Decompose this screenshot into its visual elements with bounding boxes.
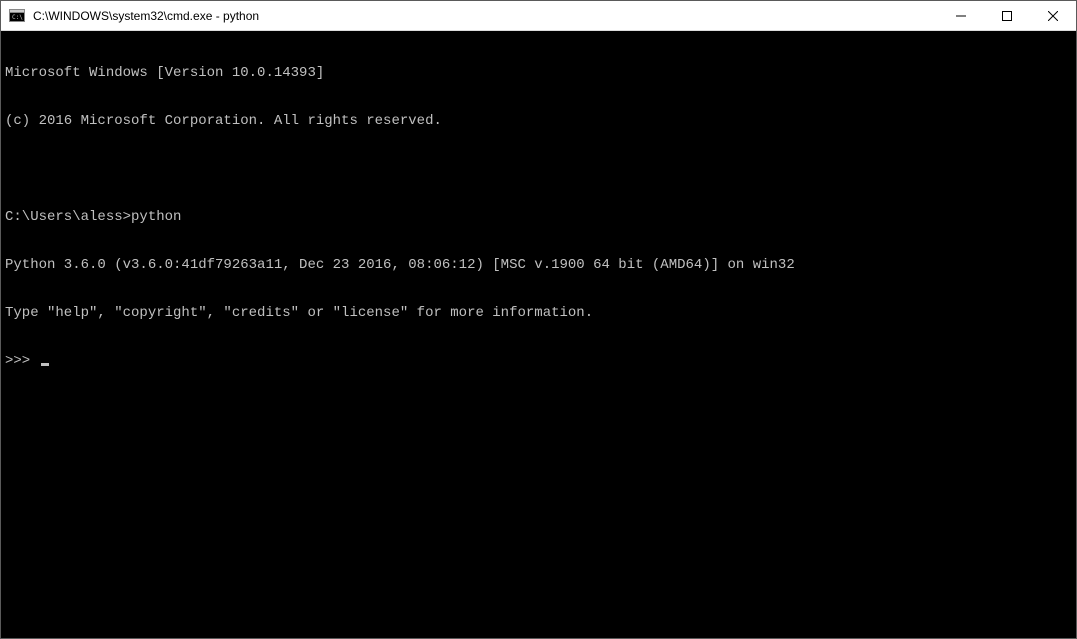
maximize-button[interactable] [984,1,1030,31]
text-cursor [41,363,49,366]
terminal-line: Type "help", "copyright", "credits" or "… [5,305,1072,321]
terminal-line: Python 3.6.0 (v3.6.0:41df79263a11, Dec 2… [5,257,1072,273]
cmd-window: C:\ C:\WINDOWS\system32\cmd.exe - python [0,0,1077,639]
prompt-command: python [131,209,181,225]
prompt-path: C:\Users\aless> [5,209,131,225]
window-controls [938,1,1076,30]
terminal-line [5,161,1072,177]
close-icon [1048,11,1058,21]
close-button[interactable] [1030,1,1076,31]
terminal-line: >>> [5,353,1072,369]
cmd-icon: C:\ [9,8,25,24]
minimize-button[interactable] [938,1,984,31]
svg-text:C:\: C:\ [12,14,23,21]
minimize-icon [956,11,966,21]
terminal-line: C:\Users\aless>python [5,209,1072,225]
maximize-icon [1002,11,1012,21]
titlebar[interactable]: C:\ C:\WINDOWS\system32\cmd.exe - python [1,1,1076,31]
terminal-area[interactable]: Microsoft Windows [Version 10.0.14393] (… [1,31,1076,638]
terminal-line: Microsoft Windows [Version 10.0.14393] [5,65,1072,81]
python-repl-prompt: >>> [5,353,39,369]
window-title: C:\WINDOWS\system32\cmd.exe - python [31,1,938,31]
terminal-line: (c) 2016 Microsoft Corporation. All righ… [5,113,1072,129]
